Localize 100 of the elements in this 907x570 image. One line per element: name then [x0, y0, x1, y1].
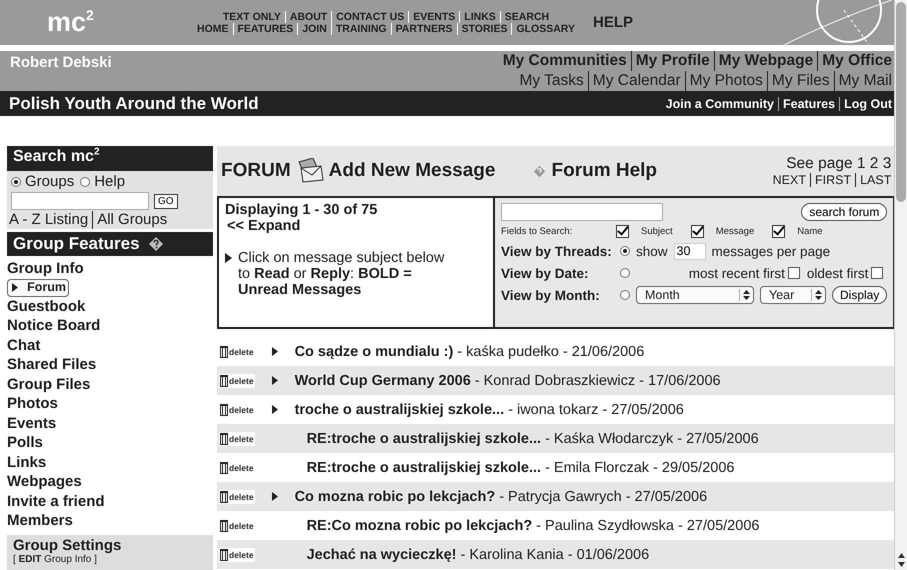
add-message-link[interactable]: Add New Message: [328, 160, 496, 182]
feature-link[interactable]: Group Info: [7, 259, 213, 278]
feature-link[interactable]: Invite a friend: [7, 492, 213, 511]
field-checkbox[interactable]: [616, 225, 629, 238]
show-label: show: [636, 244, 668, 258]
trash-icon: [220, 432, 228, 444]
delete-button[interactable]: delete: [219, 374, 255, 388]
group-link[interactable]: Log Out: [839, 96, 892, 110]
stepper-icon: [811, 289, 823, 301]
thread-arrow-icon: [272, 405, 278, 414]
nav-link[interactable]: SEARCH: [500, 10, 550, 22]
feature-link[interactable]: Photos: [7, 394, 213, 414]
nav-link[interactable]: JOIN: [297, 22, 327, 34]
nav-link[interactable]: TEXT ONLY: [222, 10, 281, 22]
nav-link[interactable]: CONTACT US: [331, 10, 404, 22]
page-link[interactable]: NEXT: [772, 173, 806, 187]
help-link[interactable]: HELP: [593, 14, 634, 31]
scope-radio[interactable]: [11, 177, 21, 187]
page-links[interactable]: See page 1 2 3: [786, 155, 892, 173]
nav-link[interactable]: GLOSSARY: [511, 22, 576, 34]
message-subject[interactable]: Co sądze o mundialu :): [294, 344, 454, 360]
scope-radio[interactable]: [80, 177, 90, 187]
go-button[interactable]: GO: [154, 194, 178, 208]
expand-link[interactable]: << Expand: [227, 218, 487, 234]
nav-link[interactable]: FEATURES: [232, 22, 294, 34]
delete-button[interactable]: delete: [219, 518, 255, 532]
feature-link[interactable]: Shared Files: [7, 355, 213, 374]
nav-link[interactable]: ABOUT: [284, 10, 328, 22]
field-checkbox[interactable]: [772, 225, 786, 238]
user-name: Robert Debski: [10, 54, 112, 73]
message-subject[interactable]: Co mozna robic po lekcjach?: [294, 488, 496, 504]
month-select[interactable]: Month: [636, 286, 754, 304]
message-subject[interactable]: World Cup Germany 2006: [294, 372, 471, 388]
account-link[interactable]: My Communities: [502, 51, 627, 71]
search-button[interactable]: search forum: [801, 203, 888, 221]
nav-link[interactable]: STORIES: [456, 22, 508, 34]
trash-icon: [220, 462, 228, 474]
display-button[interactable]: Display: [832, 286, 888, 304]
arrow-icon: [12, 283, 18, 292]
feature-link[interactable]: Webpages: [7, 472, 213, 492]
message-meta: - Paulina Szydłowska - 27/05/2006: [536, 518, 760, 534]
group-link[interactable]: Join a Community: [666, 96, 774, 110]
message-meta: - Karolina Kania - 01/06/2006: [460, 546, 650, 562]
account-link[interactable]: My Profile: [630, 51, 710, 71]
view-radio[interactable]: [620, 246, 630, 256]
nav-link[interactable]: LINKS: [459, 10, 496, 22]
count-field[interactable]: 30: [674, 242, 706, 260]
listing-link[interactable]: All Groups: [92, 211, 168, 229]
feature-link[interactable]: Group Files: [7, 374, 213, 394]
message-subject[interactable]: RE:troche o australijskiej szkole...: [306, 430, 542, 446]
settings-title: Group Settings: [13, 536, 122, 554]
year-select[interactable]: Year: [760, 286, 826, 304]
delete-button[interactable]: delete: [219, 548, 255, 562]
feature-link[interactable]: Notice Board: [7, 316, 213, 336]
view-radio[interactable]: [620, 268, 630, 278]
nav-link[interactable]: EVENTS: [408, 10, 456, 22]
instruction-text: Click on message subject below to Read or Reply: BOLD = Unread Messages: [238, 250, 446, 298]
message-subject[interactable]: RE:troche o australijskiej szkole...: [306, 460, 542, 476]
group-title: Polish Youth Around the World: [9, 94, 259, 114]
delete-button[interactable]: delete: [219, 460, 255, 474]
feature-link[interactable]: Members: [7, 511, 213, 530]
page-link[interactable]: LAST: [855, 173, 892, 187]
listing-link[interactable]: A - Z Listing: [9, 211, 88, 229]
help-icon[interactable]: [148, 236, 164, 252]
delete-button[interactable]: delete: [219, 432, 255, 446]
view-label: View by Threads:: [501, 244, 613, 258]
delete-button[interactable]: delete: [219, 402, 255, 416]
scrollbar[interactable]: [894, 0, 907, 570]
message-subject[interactable]: troche o australijskiej szkole...: [294, 402, 504, 418]
account-link[interactable]: My Tasks: [519, 71, 584, 91]
nav-link[interactable]: PARTNERS: [390, 22, 453, 34]
feature-link[interactable]: Chat: [7, 336, 213, 355]
view-radio[interactable]: [620, 290, 630, 300]
field-checkbox[interactable]: [690, 225, 704, 238]
search-field[interactable]: [11, 192, 149, 210]
order-label: most recent first: [688, 266, 785, 280]
edit-link[interactable]: [ EDIT Group Info ]: [13, 554, 207, 566]
feature-link[interactable]: Guestbook: [7, 296, 213, 316]
trash-icon: [220, 490, 228, 502]
account-link[interactable]: My Office: [817, 51, 892, 71]
nav-link[interactable]: HOME: [197, 22, 228, 34]
group-link[interactable]: Features: [778, 96, 836, 110]
message-subject[interactable]: RE:Co mozna robic po lekcjach?: [306, 518, 532, 534]
forum-help-link[interactable]: Forum Help: [551, 160, 658, 182]
feature-link[interactable]: Links: [7, 452, 213, 472]
page-link[interactable]: FIRST: [810, 173, 852, 187]
feature-link[interactable]: Events: [7, 414, 213, 433]
account-link[interactable]: My Webpage: [714, 51, 814, 71]
message-subject[interactable]: Jechać na wycieczkę!: [306, 546, 457, 562]
feature-link[interactable]: Polls: [7, 433, 213, 452]
order-checkbox[interactable]: [871, 267, 884, 279]
delete-button[interactable]: delete: [219, 344, 255, 358]
scroll-arrows-icon[interactable]: [896, 552, 906, 568]
search-field[interactable]: [501, 203, 663, 221]
delete-button[interactable]: delete: [219, 490, 255, 504]
order-checkbox[interactable]: [788, 267, 800, 279]
nav-link[interactable]: TRAINING: [330, 22, 387, 34]
help-icon: [533, 164, 546, 178]
feature-link[interactable]: Forum: [7, 278, 69, 296]
trash-icon: [220, 548, 228, 560]
